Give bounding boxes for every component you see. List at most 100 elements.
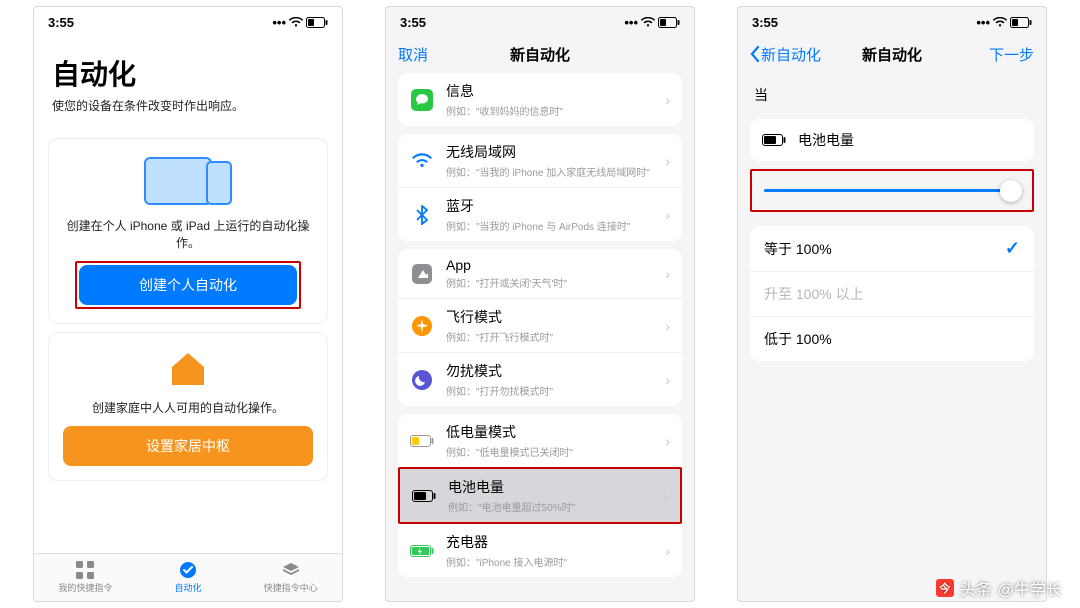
row-sub: 例如："打开勿扰模式时" xyxy=(446,383,653,398)
row-label: 勿扰模式 xyxy=(446,361,653,381)
row-sub: 例如："低电量模式已关闭时" xyxy=(446,444,653,459)
wifi-icon xyxy=(993,17,1007,27)
watermark-prefix: 头条 xyxy=(960,576,992,600)
home-icon xyxy=(63,351,313,387)
highlight-box xyxy=(750,169,1034,212)
slider-thumb[interactable] xyxy=(1000,180,1022,202)
wifi-icon xyxy=(641,17,655,27)
bluetooth-icon xyxy=(410,203,434,227)
option-equals[interactable]: 等于 100% ✓ xyxy=(750,226,1034,271)
condition-options: 等于 100% ✓ 升至 100% 以上 低于 100% xyxy=(750,226,1034,361)
screen-automation-home: 3:55 ••• 自动化 使您的设备在条件改变时作出响应。 创建在个人 iPho… xyxy=(33,6,343,602)
chevron-right-icon: › xyxy=(665,153,670,169)
trigger-row-lowpower[interactable]: 低电量模式例如："低电量模式已关闭时" › xyxy=(398,414,682,467)
row-sub: 例如："当我的 iPhone 与 AirPods 连接时" xyxy=(446,218,653,233)
nav-title: 新自动化 xyxy=(862,44,922,65)
watermark-handle: @牛学长 xyxy=(998,576,1062,600)
trigger-group-network: 无线局域网例如："当我的 iPhone 加入家庭无线局域网时" › 蓝牙例如："… xyxy=(398,134,682,241)
trigger-row-message[interactable]: 信息例如："收到妈妈的信息时" › xyxy=(398,73,682,126)
status-icons: ••• xyxy=(624,15,680,30)
status-icons: ••• xyxy=(272,15,328,30)
row-sub: 例如："打开或关闭'天气'时" xyxy=(446,275,653,290)
tab-bar: 我的快捷指令 自动化 快捷指令中心 xyxy=(34,553,342,601)
app-icon xyxy=(410,262,434,286)
trigger-row-app[interactable]: App 例如："打开或关闭'天气'时" › xyxy=(398,249,682,298)
highlight-box: 电池电量例如："电池电量超过50%时" › xyxy=(398,467,682,524)
create-personal-automation-button[interactable]: 创建个人自动化 xyxy=(79,265,297,305)
option-label: 升至 100% 以上 xyxy=(764,284,864,304)
wifi-icon xyxy=(289,17,303,27)
chevron-right-icon: › xyxy=(665,543,670,559)
chevron-right-icon: › xyxy=(665,266,670,282)
dnd-icon xyxy=(410,368,434,392)
stack-icon xyxy=(282,561,300,579)
status-dots-icon: ••• xyxy=(976,15,990,30)
personal-caption: 创建在个人 iPhone 或 iPad 上运行的自动化操作。 xyxy=(63,217,313,251)
battery-icon xyxy=(762,128,786,152)
chevron-right-icon: › xyxy=(665,433,670,449)
next-button[interactable]: 下一步 xyxy=(989,44,1034,65)
chevron-right-icon: › xyxy=(665,207,670,223)
trigger-row-dnd[interactable]: 勿扰模式例如："打开勿扰模式时" › xyxy=(398,352,682,406)
tab-label: 我的快捷指令 xyxy=(58,581,112,594)
iphone-icon xyxy=(206,161,232,205)
watermark: 今 头条 @牛学长 xyxy=(936,576,1062,600)
row-sub: 例如："收到妈妈的信息时" xyxy=(446,103,653,118)
chevron-right-icon: › xyxy=(665,318,670,334)
row-label: App xyxy=(446,257,653,273)
trigger-summary: 电池电量 xyxy=(750,119,1034,161)
cancel-button[interactable]: 取消 xyxy=(398,44,428,65)
personal-automation-card: 创建在个人 iPhone 或 iPad 上运行的自动化操作。 创建个人自动化 xyxy=(48,138,328,324)
status-icons: ••• xyxy=(976,15,1032,30)
status-time: 3:55 xyxy=(400,15,426,30)
status-dots-icon: ••• xyxy=(624,15,638,30)
airplane-icon xyxy=(410,314,434,338)
option-falls-below[interactable]: 低于 100% xyxy=(750,316,1034,361)
wifi-icon xyxy=(410,149,434,173)
screen-battery-config: 3:55 ••• 新自动化 新自动化 下一步 当 电池电量 xyxy=(737,6,1047,602)
battery-icon xyxy=(1010,17,1032,28)
grid-icon xyxy=(76,561,94,579)
chevron-left-icon xyxy=(750,46,759,62)
status-bar: 3:55 ••• xyxy=(386,7,694,37)
back-label: 新自动化 xyxy=(761,44,821,65)
trigger-group-system: App例如："打开或关闭'天气'时" › 飞行模式例如："打开飞行模式时" › … xyxy=(398,249,682,406)
trigger-row-wifi[interactable]: 无线局域网例如："当我的 iPhone 加入家庭无线局域网时" › xyxy=(398,134,682,187)
toutiao-icon: 今 xyxy=(936,579,954,597)
status-bar: 3:55 ••• xyxy=(738,7,1046,37)
trigger-row-airplane[interactable]: 飞行模式例如："打开飞行模式时" › xyxy=(398,298,682,352)
lowpower-icon xyxy=(410,429,434,453)
trigger-battery-summary: 电池电量 xyxy=(750,119,1034,161)
option-label: 低于 100% xyxy=(764,329,832,349)
trigger-row-bluetooth[interactable]: 蓝牙例如："当我的 iPhone 与 AirPods 连接时" › xyxy=(398,187,682,241)
status-dots-icon: ••• xyxy=(272,15,286,30)
row-label: 无线局域网 xyxy=(446,142,653,162)
status-time: 3:55 xyxy=(48,15,74,30)
trigger-group-power: 低电量模式例如："低电量模式已关闭时" › 电池电量例如："电池电量超过50%时… xyxy=(398,414,682,577)
battery-slider[interactable] xyxy=(752,171,1032,210)
trigger-row-battery[interactable]: 电池电量例如："电池电量超过50%时" › xyxy=(400,469,680,522)
row-sub: 例如："iPhone 接入电源时" xyxy=(446,554,653,569)
row-label: 充电器 xyxy=(446,532,653,552)
option-label: 等于 100% xyxy=(764,239,832,259)
setup-home-hub-button[interactable]: 设置家居中枢 xyxy=(63,426,313,466)
clock-check-icon xyxy=(179,561,197,579)
nav-bar: 取消 新自动化 xyxy=(386,37,694,71)
trigger-row-charger[interactable]: 充电器例如："iPhone 接入电源时" › xyxy=(398,524,682,577)
row-sub: 例如："电池电量超过50%时" xyxy=(448,499,651,514)
battery-icon xyxy=(658,17,680,28)
home-caption: 创建家庭中人人可用的自动化操作。 xyxy=(63,399,313,416)
ipad-icon xyxy=(144,157,212,205)
row-sub: 例如："打开飞行模式时" xyxy=(446,329,653,344)
tab-shortcuts[interactable]: 我的快捷指令 xyxy=(34,554,137,601)
devices-illustration xyxy=(63,157,313,205)
row-sub: 例如："当我的 iPhone 加入家庭无线局域网时" xyxy=(446,164,653,179)
page-subtitle: 使您的设备在条件改变时作出响应。 xyxy=(34,97,342,130)
tab-automation[interactable]: 自动化 xyxy=(137,554,240,601)
nav-title: 新自动化 xyxy=(510,44,570,65)
trigger-label: 电池电量 xyxy=(798,130,1022,150)
chevron-right-icon: › xyxy=(663,488,668,504)
tab-gallery[interactable]: 快捷指令中心 xyxy=(239,554,342,601)
back-button[interactable]: 新自动化 xyxy=(750,44,821,65)
chevron-right-icon: › xyxy=(665,372,670,388)
